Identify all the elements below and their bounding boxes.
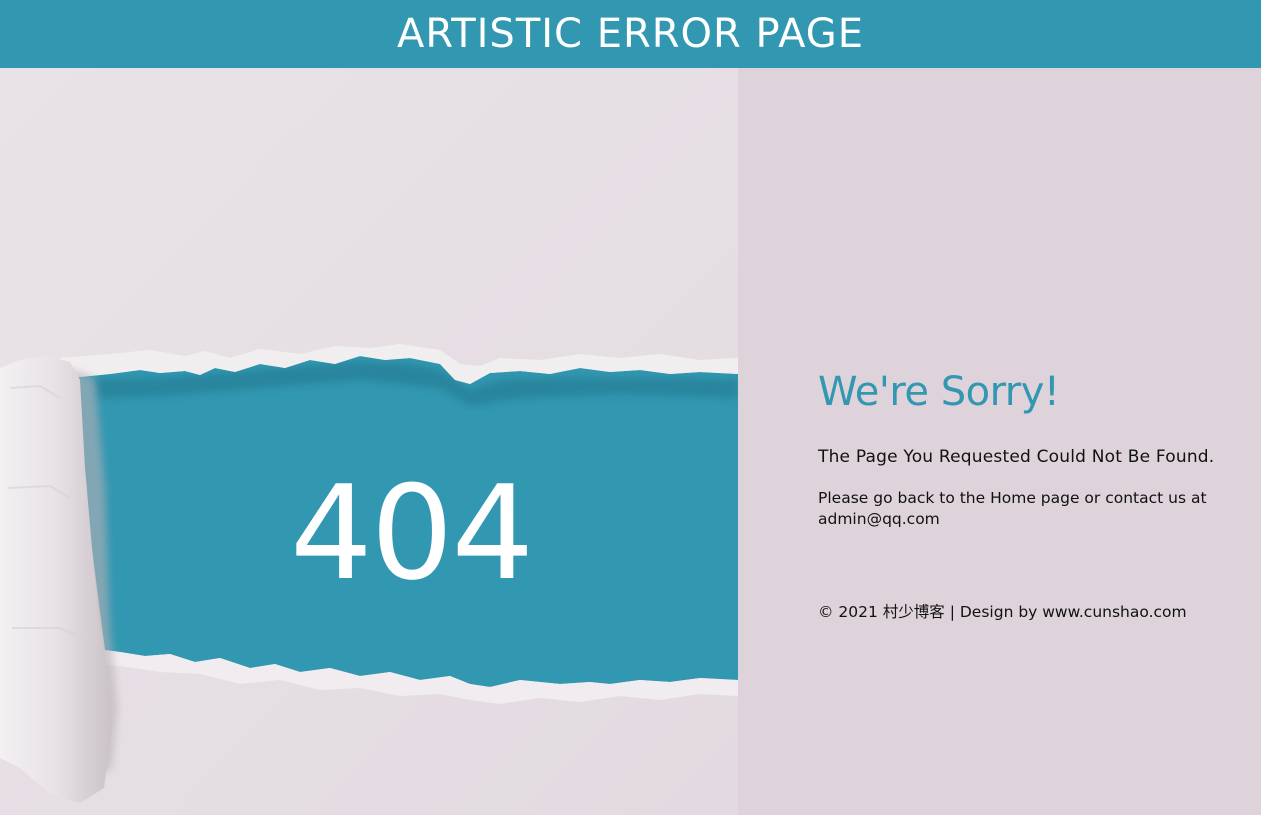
not-found-subheading: The Page You Requested Could Not Be Foun… (818, 447, 1215, 467)
message-panel: We're Sorry! The Page You Requested Coul… (818, 370, 1248, 530)
help-message: Please go back to the Home page or conta… (818, 489, 1207, 528)
header-title: ARTISTIC ERROR PAGE (396, 11, 865, 57)
torn-paper-graphic (0, 68, 738, 815)
error-code: 404 (290, 457, 534, 609)
sorry-heading: We're Sorry! (818, 369, 1060, 415)
footer-copyright: © 2021 村少博客 | Design by www.cunshao.com (818, 603, 1187, 621)
page-header: ARTISTIC ERROR PAGE (0, 0, 1261, 68)
torn-paper-illustration: 404 (0, 68, 738, 815)
